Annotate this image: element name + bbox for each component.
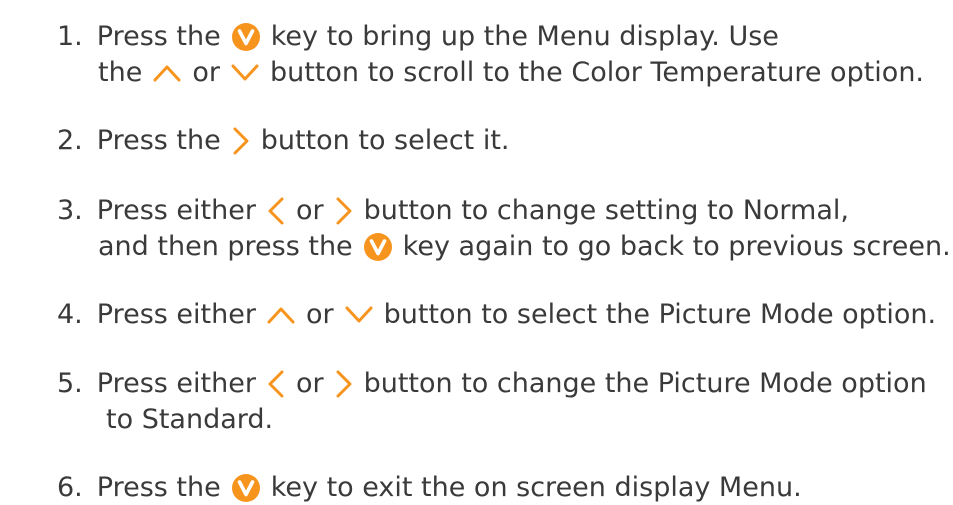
step-text: key to exit the on screen display Menu. — [270, 472, 802, 503]
step-text: button to change setting to Normal, — [363, 195, 849, 226]
step-text: or — [305, 299, 334, 330]
step-text: to Standard. — [106, 404, 274, 435]
step-text: or — [295, 195, 324, 226]
step-text: key to bring up the Menu display. Use — [270, 21, 779, 52]
menu-v-key-icon — [363, 232, 393, 262]
step-text: button to select the Picture Mode option… — [383, 299, 937, 330]
step-3-line-1: 3. Press either or button to change sett… — [57, 196, 849, 226]
step-number: 2. — [57, 125, 83, 156]
chevron-right-icon — [231, 126, 251, 156]
step-number: 5. — [57, 368, 83, 399]
step-text: Press either — [96, 195, 256, 226]
step-text: Press either — [96, 368, 256, 399]
step-text: button to select it. — [260, 125, 510, 156]
step-text: and then press the — [98, 231, 353, 262]
chevron-left-icon — [266, 369, 286, 399]
step-text: button to change the Picture Mode option — [363, 368, 927, 399]
step-number: 6. — [57, 472, 83, 503]
step-number: 4. — [57, 299, 83, 330]
step-text: the — [98, 57, 143, 88]
step-1-line-2: the or button to scroll to the Color Tem… — [98, 58, 924, 88]
menu-v-key-icon — [231, 473, 261, 503]
step-3-line-2: and then press the key again to go back … — [98, 232, 951, 262]
step-text: Press either — [96, 299, 256, 330]
menu-v-key-icon — [231, 22, 261, 52]
chevron-right-icon — [334, 196, 354, 226]
step-number: 3. — [57, 195, 83, 226]
step-6-line-1: 6. Press the key to exit the on screen d… — [57, 473, 802, 503]
chevron-up-icon — [152, 63, 182, 83]
step-5-line-1: 5. Press either or button to change the … — [57, 369, 927, 399]
step-text: Press the — [96, 125, 221, 156]
step-1-line-1: 1. Press the key to bring up the Menu di… — [57, 22, 779, 52]
step-text: Press the — [96, 21, 221, 52]
chevron-left-icon — [266, 196, 286, 226]
step-2-line-1: 2. Press the button to select it. — [57, 126, 510, 156]
step-text: key again to go back to previous screen. — [402, 231, 951, 262]
step-4-line-1: 4. Press either or button to select the … — [57, 300, 936, 330]
chevron-down-icon — [344, 305, 374, 325]
chevron-up-icon — [266, 305, 296, 325]
chevron-right-icon — [334, 369, 354, 399]
step-text: or — [295, 368, 324, 399]
step-5-line-2: to Standard. — [106, 405, 273, 435]
step-number: 1. — [57, 21, 83, 52]
step-text: or — [192, 57, 220, 88]
chevron-down-icon — [230, 63, 260, 83]
step-text: button to scroll to the Color Temperatur… — [269, 57, 925, 88]
step-text: Press the — [96, 472, 221, 503]
